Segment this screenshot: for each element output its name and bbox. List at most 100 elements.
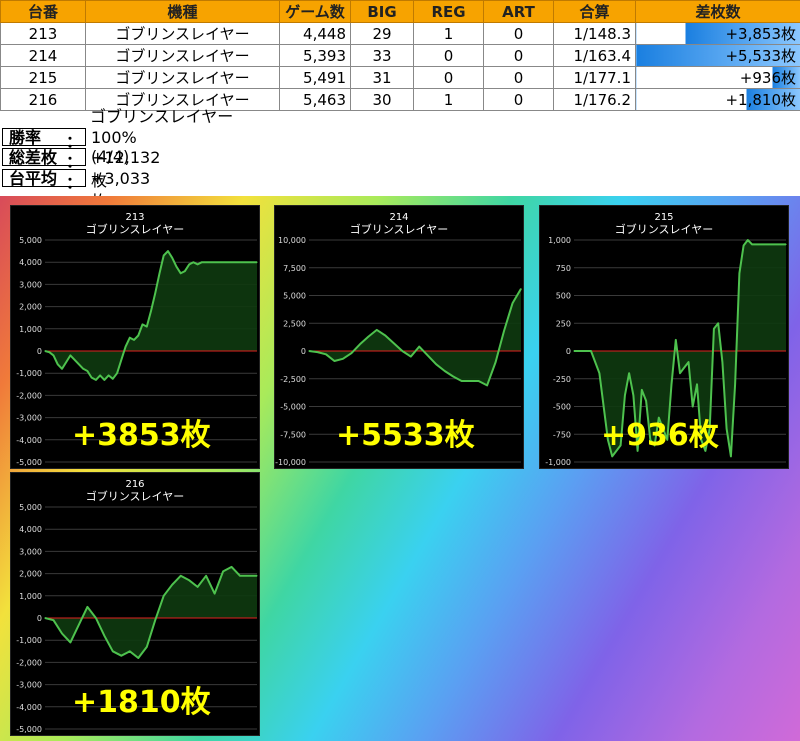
data-point [235, 261, 237, 263]
cell-machine-no: 216 [0, 88, 86, 111]
data-point [645, 400, 647, 402]
data-point [252, 261, 254, 263]
cell-big: 31 [350, 66, 414, 89]
y-tick-label: -10,000 [275, 458, 306, 467]
header-reg: REG [413, 0, 484, 23]
y-tick-label: -3,000 [16, 414, 42, 423]
cell-diff: +3,853枚 [635, 22, 800, 45]
series-area [45, 566, 257, 658]
y-tick-label: 2,500 [283, 319, 306, 328]
data-point [231, 261, 233, 263]
data-point [158, 272, 161, 274]
cell-games: 5,393 [279, 44, 351, 67]
data-point [679, 372, 681, 374]
series-area [309, 288, 521, 386]
cell-diff: +1,810枚 [635, 88, 800, 111]
data-point [150, 310, 152, 312]
y-tick-label: -2,500 [280, 375, 306, 384]
y-tick-label: 1,000 [19, 592, 42, 601]
cell-reg: 1 [413, 88, 484, 111]
data-point [129, 337, 131, 339]
data-point [95, 617, 97, 619]
data-point [52, 619, 55, 621]
data-point [201, 261, 203, 263]
y-tick-label: 3,000 [19, 547, 42, 556]
data-point [683, 367, 685, 369]
data-point [184, 270, 186, 272]
y-tick-label: 500 [556, 292, 571, 301]
data-point [503, 330, 505, 332]
data-point [751, 243, 753, 245]
data-point [726, 428, 728, 430]
data-point [359, 343, 361, 345]
data-point [78, 363, 80, 365]
y-tick-label: 0 [566, 347, 571, 356]
data-point [57, 363, 59, 365]
diff-overlay: +5533枚 [336, 418, 475, 453]
y-tick-label: 250 [556, 319, 571, 328]
data-point [717, 322, 719, 324]
summary-colon: ： [66, 173, 83, 192]
y-tick-label: 0 [301, 347, 306, 356]
cell-games: 5,491 [279, 66, 351, 89]
data-point [163, 595, 165, 597]
cell-model: ゴブリンスレイヤー [85, 44, 280, 67]
y-tick-label: 5,000 [19, 236, 42, 245]
chart-svg: 215ゴブリンスレイヤー 1,000 750 500 250 0 -250 -500 -750 -… [545, 212, 787, 467]
chart-svg: 214ゴブリンスレイヤー 10,000 7,500 5,000 2,500 0 -2,500… [275, 212, 522, 467]
data-point [734, 383, 736, 385]
y-tick-label: 1,000 [548, 236, 571, 245]
data-point [197, 263, 199, 265]
data-point [137, 657, 139, 659]
data-point [188, 579, 190, 581]
cell-games: 4,448 [279, 22, 351, 45]
data-point [410, 356, 412, 358]
data-point [511, 302, 514, 304]
y-tick-label: -1,000 [16, 636, 42, 645]
data-point [146, 326, 148, 328]
cell-diff: +936枚 [635, 66, 800, 89]
data-point [218, 261, 220, 263]
table-row: 213 ゴブリンスレイヤー 4,448 29 1 0 1/148.3 +3,853枚 [0, 22, 800, 45]
data-point [188, 263, 190, 265]
y-tick-label: -5,000 [16, 725, 42, 734]
data-point [48, 351, 50, 353]
data-point [239, 261, 241, 263]
data-point [325, 353, 327, 355]
data-point [768, 243, 770, 245]
data-point [611, 455, 613, 457]
data-point [376, 329, 378, 331]
data-point [171, 584, 173, 586]
data-point [209, 261, 211, 263]
data-point [112, 650, 114, 652]
data-point [781, 243, 783, 245]
chart-panel-215: 215 ゴブリンスレイヤー 1,000 750 500 250 0 -250 -500 -750 -… [539, 205, 789, 469]
series-area [45, 251, 257, 380]
data-point [141, 323, 144, 325]
chart-subtitle: ゴブリンスレイヤー [350, 222, 448, 236]
y-tick-label: 5,000 [283, 292, 306, 301]
data-point [154, 292, 156, 294]
table-header-row: 台番 機種 ゲーム数 BIG REG ART 合算 差枚数 [0, 0, 800, 23]
data-point [478, 380, 480, 382]
cell-machine-no: 213 [0, 22, 86, 45]
data-point [573, 350, 575, 352]
data-point [696, 383, 698, 385]
data-point [342, 358, 344, 360]
data-point [384, 334, 386, 337]
data-point [624, 394, 626, 396]
data-point [69, 641, 71, 643]
data-point [69, 354, 71, 356]
data-point [495, 361, 497, 363]
data-point [427, 354, 429, 356]
y-tick-label: -250 [553, 375, 571, 384]
data-point [116, 372, 118, 374]
y-tick-label: -5,000 [280, 403, 306, 412]
header-big: BIG [350, 0, 414, 23]
chart-title: 214 [389, 212, 408, 223]
cell-art: 0 [483, 44, 554, 67]
data-point [74, 359, 76, 361]
data-point [99, 374, 101, 376]
data-point [163, 254, 165, 257]
table-row: 214 ゴブリンスレイヤー 5,393 33 0 0 1/163.4 +5,533枚 [0, 44, 800, 67]
